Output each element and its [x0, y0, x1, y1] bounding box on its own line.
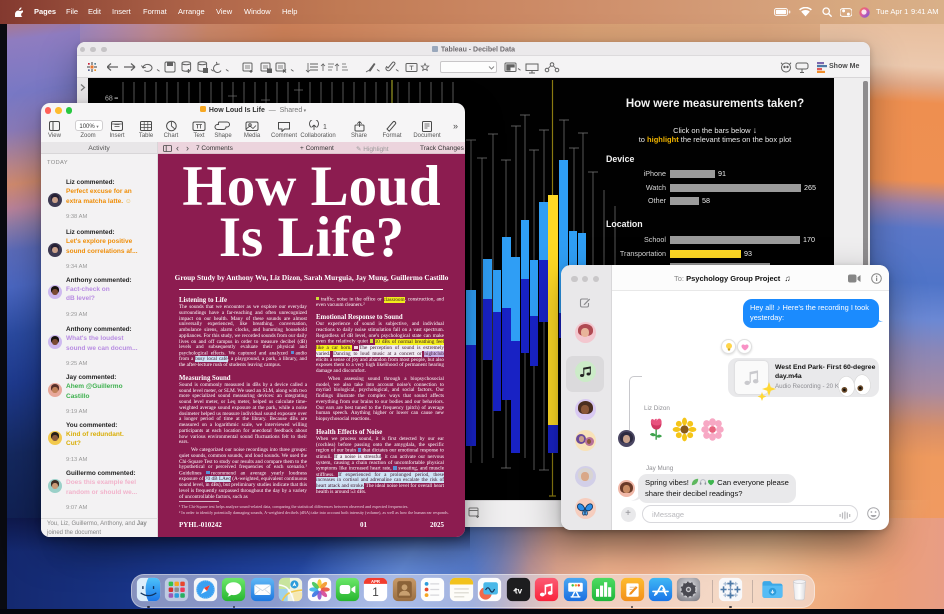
svg-text:tv: tv	[514, 585, 522, 595]
svg-text:1: 1	[373, 586, 380, 599]
svg-text:APR: APR	[371, 579, 380, 584]
svg-text:»: »	[453, 121, 458, 131]
svg-text:68: 68	[105, 96, 113, 103]
svg-text:1: 1	[323, 124, 327, 131]
